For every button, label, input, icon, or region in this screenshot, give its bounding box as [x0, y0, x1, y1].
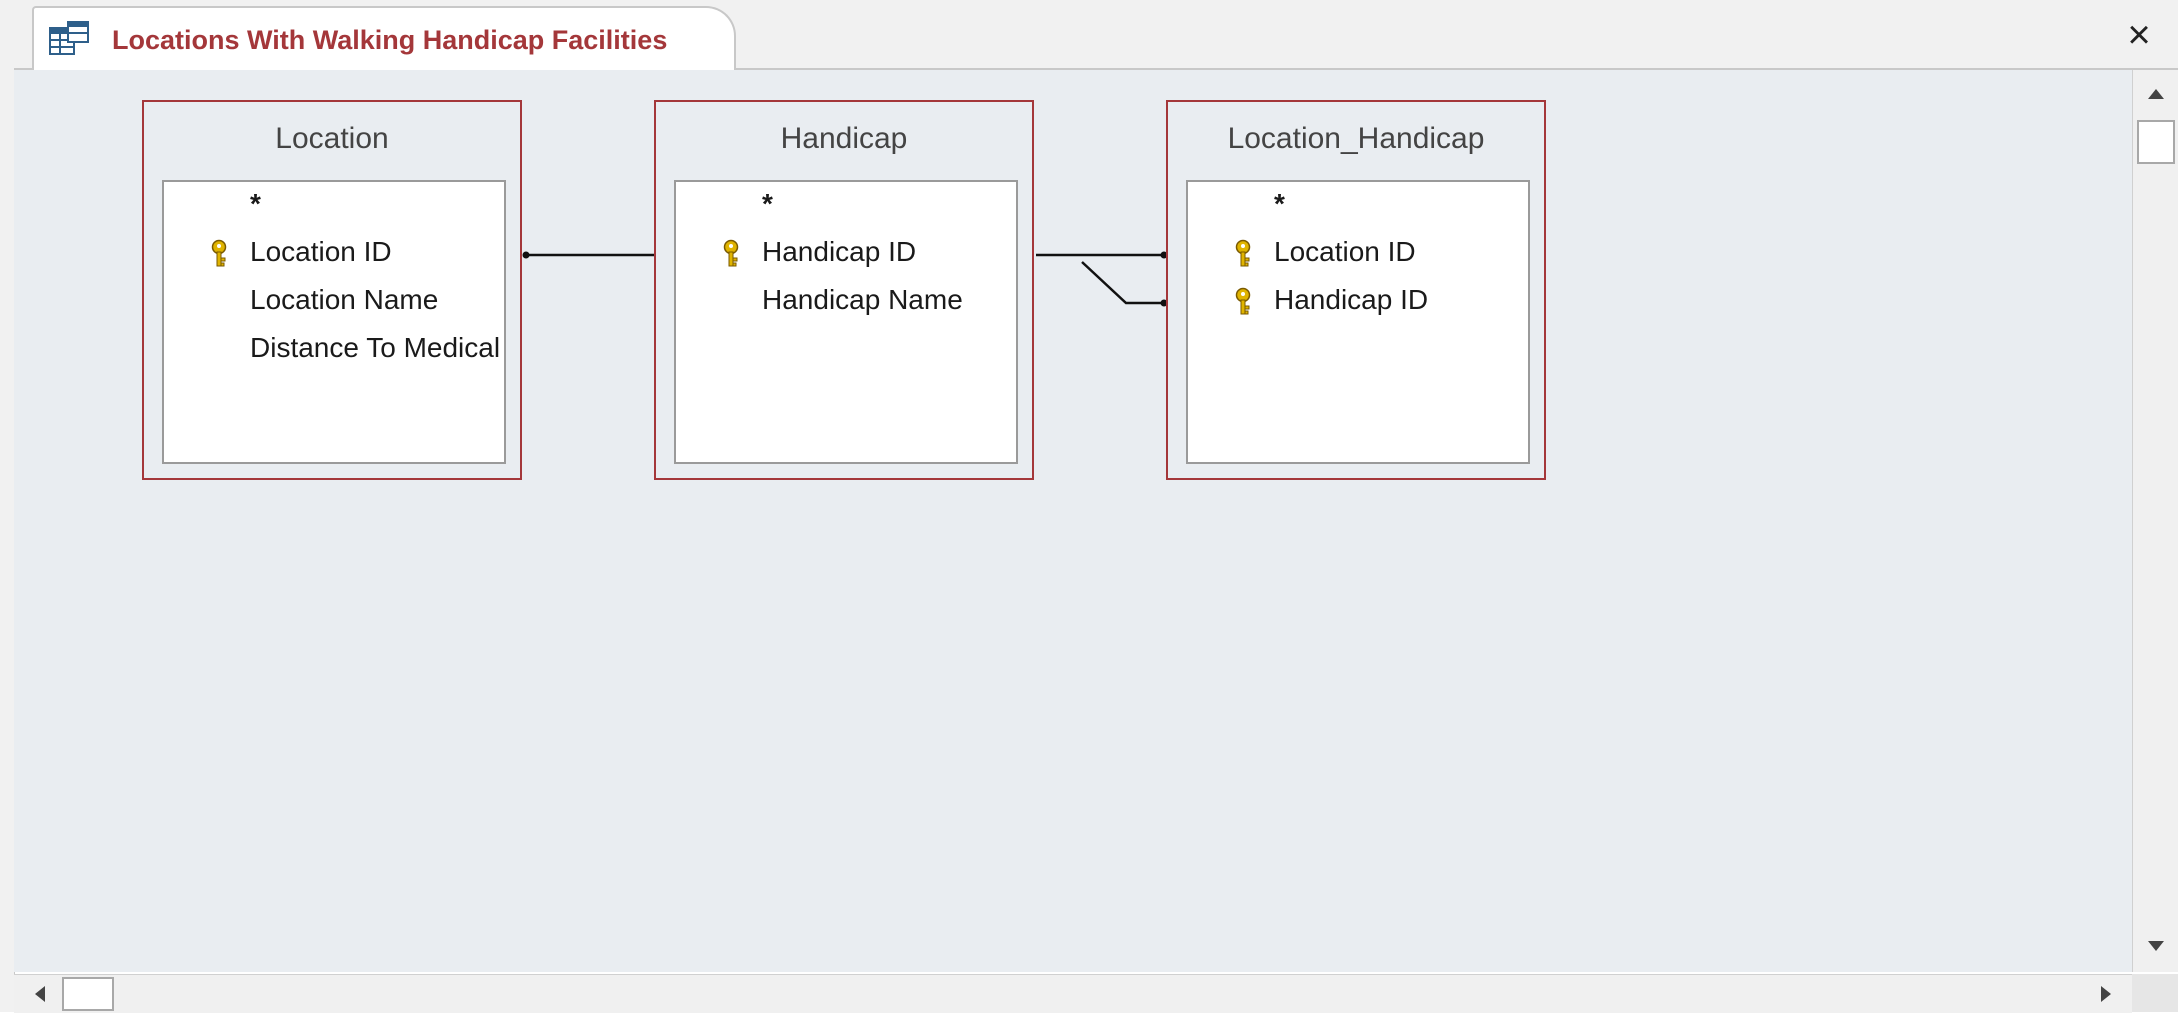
field-label: Distance To Medical [250, 332, 501, 363]
scroll-right-arrow-icon[interactable] [2086, 977, 2124, 1011]
field-location-id[interactable]: Location ID [164, 230, 504, 274]
field-label: Handicap ID [1274, 284, 1429, 315]
table-location[interactable]: Location * Location ID Location Name Dis… [142, 100, 522, 480]
field-handicap-id[interactable]: Handicap ID [1188, 278, 1528, 322]
field-label: * [250, 188, 261, 219]
scroll-left-arrow-icon[interactable] [22, 977, 60, 1011]
field-list[interactable]: * Location ID Location Name Distance To … [162, 180, 506, 464]
field-all[interactable]: * [1188, 182, 1528, 226]
table-title: Location_Handicap [1227, 122, 1485, 155]
primary-key-icon [1232, 238, 1254, 268]
document-tab-strip: Locations With Walking Handicap Faciliti… [14, 0, 2178, 72]
close-button[interactable]: × [2116, 12, 2162, 58]
field-handicap-id[interactable]: Handicap ID [676, 230, 1016, 274]
table-handicap[interactable]: Handicap * Handicap ID Handicap Name [654, 100, 1034, 480]
table-location-handicap[interactable]: Location_Handicap * Location ID Handicap… [1166, 100, 1546, 480]
field-list[interactable]: * Handicap ID Handicap Name [674, 180, 1018, 464]
field-handicap-name[interactable]: Handicap Name [676, 278, 1016, 322]
vertical-scrollbar[interactable] [2132, 70, 2178, 972]
table-title: Handicap [780, 122, 908, 155]
query-design-canvas[interactable]: Location * Location ID Location Name Dis… [14, 70, 2132, 972]
window-frame-left [0, 0, 15, 1012]
query-design-window: Locations With Walking Handicap Faciliti… [0, 0, 2178, 1013]
field-distance-to-medical[interactable]: Distance To Medical [164, 326, 504, 370]
field-label: Location ID [1274, 236, 1416, 267]
field-all[interactable]: * [164, 182, 504, 226]
field-location-id[interactable]: Location ID [1188, 230, 1528, 274]
vertical-scroll-thumb[interactable] [2137, 120, 2175, 164]
horizontal-scrollbar[interactable] [14, 974, 2132, 1013]
field-label: Location ID [250, 236, 392, 267]
field-label: * [762, 188, 773, 219]
field-label: Handicap Name [762, 284, 963, 315]
join-line-handicap-location-handicap-2 [1081, 261, 1164, 305]
scroll-up-arrow-icon[interactable] [2137, 76, 2175, 114]
field-all[interactable]: * [676, 182, 1016, 226]
primary-key-icon [208, 238, 230, 268]
query-design-icon [48, 20, 92, 60]
horizontal-scroll-thumb[interactable] [62, 977, 114, 1011]
scrollbar-corner [2132, 974, 2178, 1012]
field-location-name[interactable]: Location Name [164, 278, 504, 322]
field-label: Location Name [250, 284, 439, 315]
field-list[interactable]: * Location ID Handicap ID [1186, 180, 1530, 464]
field-label: Handicap ID [762, 236, 917, 267]
field-label: * [1274, 188, 1285, 219]
scroll-down-arrow-icon[interactable] [2137, 926, 2175, 964]
document-tab[interactable]: Locations With Walking Handicap Faciliti… [32, 6, 736, 72]
primary-key-icon [1232, 286, 1254, 316]
document-tab-title: Locations With Walking Handicap Faciliti… [112, 25, 668, 55]
join-endpoint [522, 251, 530, 259]
table-title: Location [275, 122, 389, 155]
primary-key-icon [720, 238, 742, 268]
